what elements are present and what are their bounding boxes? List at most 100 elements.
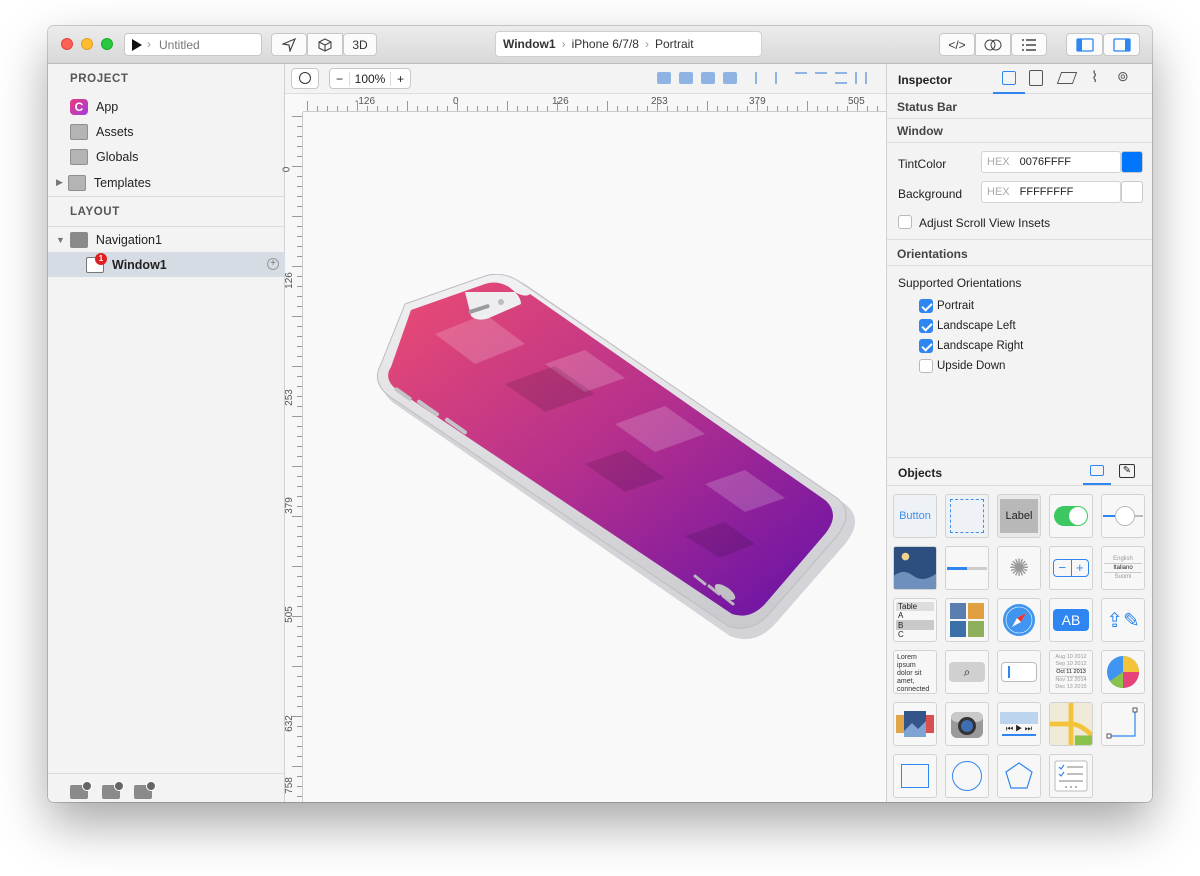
ruler-tick bbox=[767, 106, 768, 111]
object-chart[interactable] bbox=[1101, 650, 1145, 694]
breadcrumb: Window1 › iPhone 6/7/8 › Portrait bbox=[495, 31, 762, 57]
landscape-left-checkbox[interactable] bbox=[919, 319, 933, 333]
object-input-field[interactable] bbox=[997, 650, 1041, 694]
toggle-left-panel-button[interactable] bbox=[1066, 33, 1103, 56]
object-text-field[interactable]: AB bbox=[1049, 598, 1093, 642]
breadcrumb-window[interactable]: Window1 bbox=[503, 37, 556, 51]
zoom-in-button[interactable]: + bbox=[390, 71, 410, 86]
broadcast-icon[interactable]: ⊚ bbox=[1117, 68, 1129, 85]
sidebar-item-window1[interactable]: 1 Window1 + bbox=[48, 252, 285, 277]
object-camera[interactable] bbox=[945, 702, 989, 746]
orientations-section[interactable]: Orientations bbox=[897, 247, 968, 261]
object-table-view[interactable]: Table A B C bbox=[893, 598, 937, 642]
objects-tab-components[interactable] bbox=[1083, 458, 1111, 485]
object-share[interactable]: ⇪✎ bbox=[1101, 598, 1145, 642]
cube-button[interactable] bbox=[307, 33, 343, 56]
toggle-right-panel-button[interactable] bbox=[1103, 33, 1140, 56]
close-window-button[interactable] bbox=[61, 38, 73, 50]
layers-tab[interactable] bbox=[1056, 72, 1078, 84]
add-window-button[interactable] bbox=[70, 781, 92, 801]
disclosure-right-icon[interactable]: ▶ bbox=[56, 177, 63, 188]
background-color-field[interactable]: HEX FFFFFFFF bbox=[981, 181, 1121, 203]
portrait-checkbox[interactable] bbox=[919, 299, 933, 313]
background-color-swatch[interactable] bbox=[1121, 181, 1143, 203]
bring-front-icon[interactable] bbox=[657, 72, 671, 84]
distribute-vertical-icon[interactable] bbox=[855, 72, 867, 84]
add-navigation-button[interactable] bbox=[102, 781, 124, 801]
bring-forward-icon[interactable] bbox=[679, 72, 693, 84]
adjust-scroll-checkbox[interactable] bbox=[898, 215, 912, 229]
ruler-tick bbox=[297, 256, 302, 257]
object-search-bar[interactable]: ⌕ bbox=[945, 650, 989, 694]
object-activity-indicator[interactable]: ✺ bbox=[997, 546, 1041, 590]
align-middle-icon[interactable] bbox=[815, 72, 827, 84]
object-path[interactable] bbox=[1101, 702, 1145, 746]
paperclip-icon[interactable]: ⌇ bbox=[1091, 68, 1098, 86]
design-canvas[interactable]: − 100% + -126 0 126 253 379 bbox=[281, 64, 886, 802]
object-label[interactable]: Label bbox=[997, 494, 1041, 538]
object-picker[interactable]: English Italiano Suomi bbox=[1101, 546, 1145, 590]
code-button[interactable]: </> bbox=[939, 33, 975, 56]
upside-down-checkbox[interactable] bbox=[919, 359, 933, 373]
object-view[interactable] bbox=[945, 494, 989, 538]
landscape-right-checkbox[interactable] bbox=[919, 339, 933, 353]
object-media-player[interactable]: ⏮ ▶ ⏭ bbox=[997, 702, 1041, 746]
object-web-view[interactable] bbox=[997, 598, 1041, 642]
align-center-icon[interactable] bbox=[775, 72, 787, 84]
tint-color-swatch[interactable] bbox=[1121, 151, 1143, 173]
window-section[interactable]: Window bbox=[897, 124, 943, 138]
mode-3d-button[interactable]: 3D bbox=[343, 33, 377, 56]
distribute-horizontal-icon[interactable] bbox=[835, 72, 847, 84]
object-image-view[interactable] bbox=[893, 546, 937, 590]
background-color-value: FFFFFFFF bbox=[1019, 186, 1074, 198]
objects-header: Objects ✎ bbox=[887, 458, 1152, 486]
add-component-button[interactable] bbox=[134, 781, 156, 801]
objects-tab-tools[interactable]: ✎ bbox=[1119, 464, 1135, 478]
object-oval[interactable] bbox=[945, 754, 989, 798]
sidebar-item-templates[interactable]: ▶ Templates bbox=[48, 170, 285, 195]
attributes-tab[interactable] bbox=[993, 64, 1025, 94]
object-stepper[interactable]: − + bbox=[1049, 546, 1093, 590]
object-text-view[interactable]: Lorem ipsum dolor sit amet, connected bbox=[893, 650, 937, 694]
landscape-left-label: Landscape Left bbox=[937, 320, 1016, 332]
object-slider[interactable] bbox=[1101, 494, 1145, 538]
breadcrumb-device[interactable]: iPhone 6/7/8 bbox=[572, 37, 639, 51]
object-rectangle[interactable] bbox=[893, 754, 937, 798]
object-polygon[interactable] bbox=[997, 754, 1041, 798]
size-tab[interactable] bbox=[1029, 70, 1043, 86]
object-collection-view[interactable] bbox=[945, 598, 989, 642]
pie-chart-icon bbox=[1107, 656, 1139, 688]
list-button[interactable] bbox=[1011, 33, 1047, 56]
object-gallery[interactable] bbox=[893, 702, 937, 746]
object-date-picker[interactable]: Aug 10 2012 Sep 10 2012 Oct 11 2013 Nov … bbox=[1049, 650, 1093, 694]
object-map-view[interactable] bbox=[1049, 702, 1093, 746]
zoom-out-button[interactable]: − bbox=[330, 71, 350, 86]
send-backward-icon[interactable] bbox=[701, 72, 715, 84]
breadcrumb-orientation[interactable]: Portrait bbox=[655, 37, 694, 51]
sidebar-item-globals[interactable]: Globals bbox=[48, 144, 285, 169]
sidebar-item-app[interactable]: C App bbox=[48, 94, 285, 119]
send-back-icon[interactable] bbox=[723, 72, 737, 84]
object-progress-view[interactable] bbox=[945, 546, 989, 590]
object-switch[interactable] bbox=[1049, 494, 1093, 538]
align-left-icon[interactable] bbox=[755, 72, 767, 84]
add-circle-icon[interactable]: + bbox=[267, 258, 279, 270]
zoom-window-button[interactable] bbox=[101, 38, 113, 50]
align-top-icon[interactable] bbox=[795, 72, 807, 84]
zoom-level[interactable]: 100% bbox=[350, 72, 390, 86]
run-scheme-selector[interactable]: › Untitled bbox=[124, 33, 262, 56]
device-3d-preview[interactable] bbox=[325, 274, 865, 674]
disclosure-down-icon[interactable]: ▼ bbox=[56, 235, 65, 245]
sidebar-item-assets[interactable]: Assets bbox=[48, 119, 285, 144]
toggle-button[interactable] bbox=[975, 33, 1011, 56]
object-button[interactable]: Button bbox=[893, 494, 937, 538]
sidebar-item-navigation1[interactable]: ▼ Navigation1 bbox=[48, 227, 285, 252]
status-bar-section[interactable]: Status Bar bbox=[897, 100, 957, 114]
ruler-tick bbox=[297, 406, 302, 407]
ruler-tick bbox=[297, 326, 302, 327]
object-form[interactable] bbox=[1049, 754, 1093, 798]
fit-view-button[interactable] bbox=[291, 68, 319, 89]
minimize-window-button[interactable] bbox=[81, 38, 93, 50]
preview-button[interactable] bbox=[271, 33, 307, 56]
tint-color-field[interactable]: HEX 0076FFFF bbox=[981, 151, 1121, 173]
